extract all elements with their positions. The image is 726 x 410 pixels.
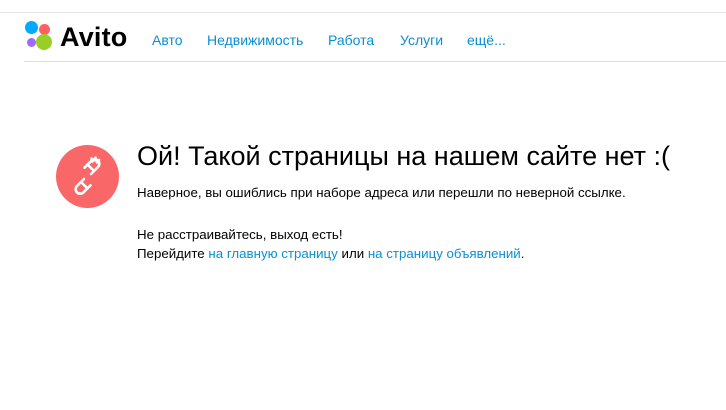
error-title: Ой! Такой страницы на нашем сайте нет :( [137,141,671,171]
goto-suffix: . [520,246,525,261]
avito-logo[interactable]: Avito [24,21,134,53]
nav-item-services[interactable]: Услуги [400,32,443,48]
nav-item-more[interactable]: ещё... [467,32,506,48]
broken-link-icon [56,145,119,208]
goto-prefix: Перейдите [137,246,209,261]
navigation-hint: Перейдите на главную страницу или на стр… [137,245,524,263]
home-page-link[interactable]: на главную страницу [208,246,337,261]
logo-text: Avito [60,22,128,52]
reassure-text: Не расстраивайтесь, выход есть! [137,227,343,242]
nav-item-jobs[interactable]: Работа [328,32,374,48]
logo-dot-purple [27,38,36,47]
nav-item-realty[interactable]: Недвижимость [207,32,303,48]
site-header: Avito Авто Недвижимость Работа Услуги ещ… [24,12,726,62]
broken-link-glyph [74,156,101,196]
logo-dot-green [36,34,52,50]
error-message: Наверное, вы ошиблись при наборе адреса … [137,185,626,200]
nav-item-auto[interactable]: Авто [152,32,183,48]
logo-dot-blue [25,21,38,34]
ads-page-link[interactable]: на страницу объявлений [368,246,521,261]
goto-middle: или [337,246,368,261]
